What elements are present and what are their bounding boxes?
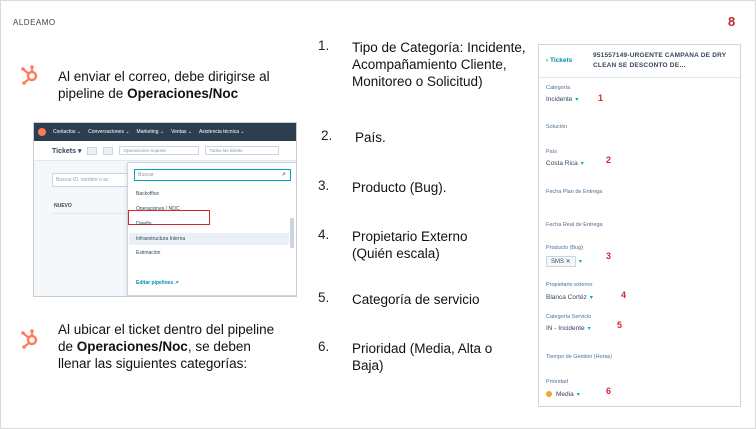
- field-label: País: [546, 149, 558, 155]
- menu-item[interactable]: Backoffice: [136, 191, 159, 197]
- product-chip[interactable]: SMS ✕: [546, 256, 576, 267]
- tickets-dropdown[interactable]: Tickets ▾: [52, 147, 81, 155]
- caret-down-icon: ▾: [575, 97, 579, 103]
- instruction-categories: Al ubicar el ticket dentro del pipeline …: [58, 321, 283, 372]
- caret-down-icon: ▾: [589, 295, 593, 301]
- field-value: Media: [556, 391, 574, 398]
- pipeline-name: Operaciones/Noc: [76, 339, 188, 354]
- column-header-new: NUEVO: [54, 203, 72, 209]
- field-label: Categoría Servicio: [546, 314, 592, 320]
- menu-item[interactable]: Estimación: [136, 250, 160, 256]
- field-value: IN - Incidente: [546, 325, 585, 332]
- ticket-properties-panel: ‹ Tickets 951557149-URGENTE CAMPANA DE D…: [538, 44, 741, 407]
- filter-select[interactable]: Todos los tickets: [205, 146, 280, 155]
- divider: [52, 213, 132, 214]
- field-value: SMS: [551, 259, 565, 265]
- marker-number: 6: [606, 386, 612, 396]
- caret-down-icon: ▾: [576, 392, 580, 398]
- marker-number: 5: [617, 320, 623, 330]
- field-label: Tiempo de Gestión (Horas): [546, 354, 613, 360]
- caret-down-icon: ▾: [587, 326, 591, 332]
- search-icon: ⌕: [282, 171, 286, 178]
- priority-dot-icon: [546, 391, 552, 397]
- product-select[interactable]: SMS ✕ ▾: [546, 256, 582, 267]
- field-label: Categoría: [546, 85, 571, 91]
- list-number: 5.: [318, 290, 330, 305]
- instruction-pipeline: Al enviar el correo, debe dirigirse al p…: [58, 68, 288, 102]
- list-item-category-type: Tipo de Categoría: Incidente, Acompañami…: [352, 40, 526, 89]
- scrollbar[interactable]: [290, 218, 294, 248]
- priority-select[interactable]: Media ▾: [546, 391, 580, 398]
- pipeline-dropdown-menu: Buscar ⌕ Backoffice Operaciones / NOC Di…: [127, 162, 296, 296]
- list-number: 2.: [321, 128, 333, 143]
- back-to-tickets-link[interactable]: ‹ Tickets: [546, 57, 572, 64]
- embedded-screenshot: Contactos ⌄ Conversaciones ⌄ Marketing ⌄…: [33, 122, 297, 297]
- divider: [539, 77, 740, 78]
- list-number: 4.: [318, 227, 330, 242]
- field-value: Blanca Cortéz: [546, 294, 587, 301]
- service-category-select[interactable]: IN - Incidente ▾: [546, 325, 591, 332]
- nav-item[interactable]: Asistencia técnica ⌄: [199, 129, 245, 135]
- list-number: 1.: [318, 38, 330, 53]
- pipeline-select[interactable]: Operaciones Soporte: [119, 146, 200, 155]
- field-label: Producto (Bug): [546, 245, 583, 251]
- list-item-priority: Prioridad (Media, Alta o Baja): [352, 341, 493, 373]
- list-item-product: Producto (Bug).: [352, 180, 447, 195]
- field-label: Fecha Real de Entrega: [546, 222, 603, 228]
- caret-down-icon: ▾: [580, 161, 584, 167]
- list-item-external-owner: Propietario Externo (Quién escala): [352, 229, 468, 261]
- list-item-country: País.: [355, 130, 386, 145]
- list-number: 6.: [318, 339, 330, 354]
- menu-search-placeholder: Buscar: [138, 172, 154, 178]
- menu-item[interactable]: Infraestructura Interna: [129, 233, 289, 245]
- nav-item[interactable]: Contactos ⌄: [53, 129, 81, 135]
- hubspot-icon: [21, 65, 38, 85]
- hubspot-logo-icon: [38, 128, 46, 136]
- nav-item[interactable]: Marketing ⌄: [137, 129, 165, 135]
- field-label: Prioridad: [546, 379, 569, 385]
- hubspot-topbar: Contactos ⌄ Conversaciones ⌄ Marketing ⌄…: [34, 123, 296, 141]
- country-select[interactable]: Costa Rica ▾: [546, 160, 584, 167]
- slide: ALDEAMO 8 Al enviar el correo, debe diri…: [0, 0, 756, 429]
- list-number: 3.: [318, 178, 330, 193]
- field-label: Propietario externo: [546, 282, 593, 288]
- nav-item[interactable]: Conversaciones ⌄: [88, 129, 129, 135]
- marker-number: 2: [606, 155, 612, 165]
- caret-down-icon: ▾: [578, 259, 582, 265]
- page-number: 8: [728, 14, 736, 29]
- marker-number: 1: [598, 93, 604, 103]
- external-owner-select[interactable]: Blanca Cortéz ▾: [546, 294, 593, 301]
- field-value: Costa Rica: [546, 160, 578, 167]
- list-view-icon[interactable]: [87, 146, 98, 155]
- menu-item[interactable]: Diseño: [136, 221, 152, 227]
- ticket-title: 951557149-URGENTE CAMPANA DE DRY CLEAN S…: [593, 52, 727, 69]
- field-label: Fecha Plan de Entrega: [546, 189, 603, 195]
- field-value: Incidente: [546, 96, 573, 103]
- board-view-icon[interactable]: [103, 146, 114, 155]
- tickets-toolbar: Tickets ▾ Operaciones Soporte Todos los …: [34, 141, 296, 161]
- field-label: Solución: [546, 124, 568, 130]
- menu-search-input[interactable]: Buscar ⌕: [134, 169, 291, 181]
- brand-label: ALDEAMO: [13, 18, 56, 27]
- marker-number: 4: [621, 290, 627, 300]
- list-item-service-category: Categoría de servicio: [352, 292, 480, 307]
- marker-number: 3: [606, 251, 612, 261]
- nav-item[interactable]: Ventas ⌄: [171, 129, 192, 135]
- pipeline-name: Operaciones/Noc: [127, 86, 239, 101]
- category-select[interactable]: Incidente ▾: [546, 96, 578, 103]
- edit-pipelines-link[interactable]: Editar pipelines ↗: [136, 280, 179, 286]
- hubspot-icon: [21, 329, 38, 349]
